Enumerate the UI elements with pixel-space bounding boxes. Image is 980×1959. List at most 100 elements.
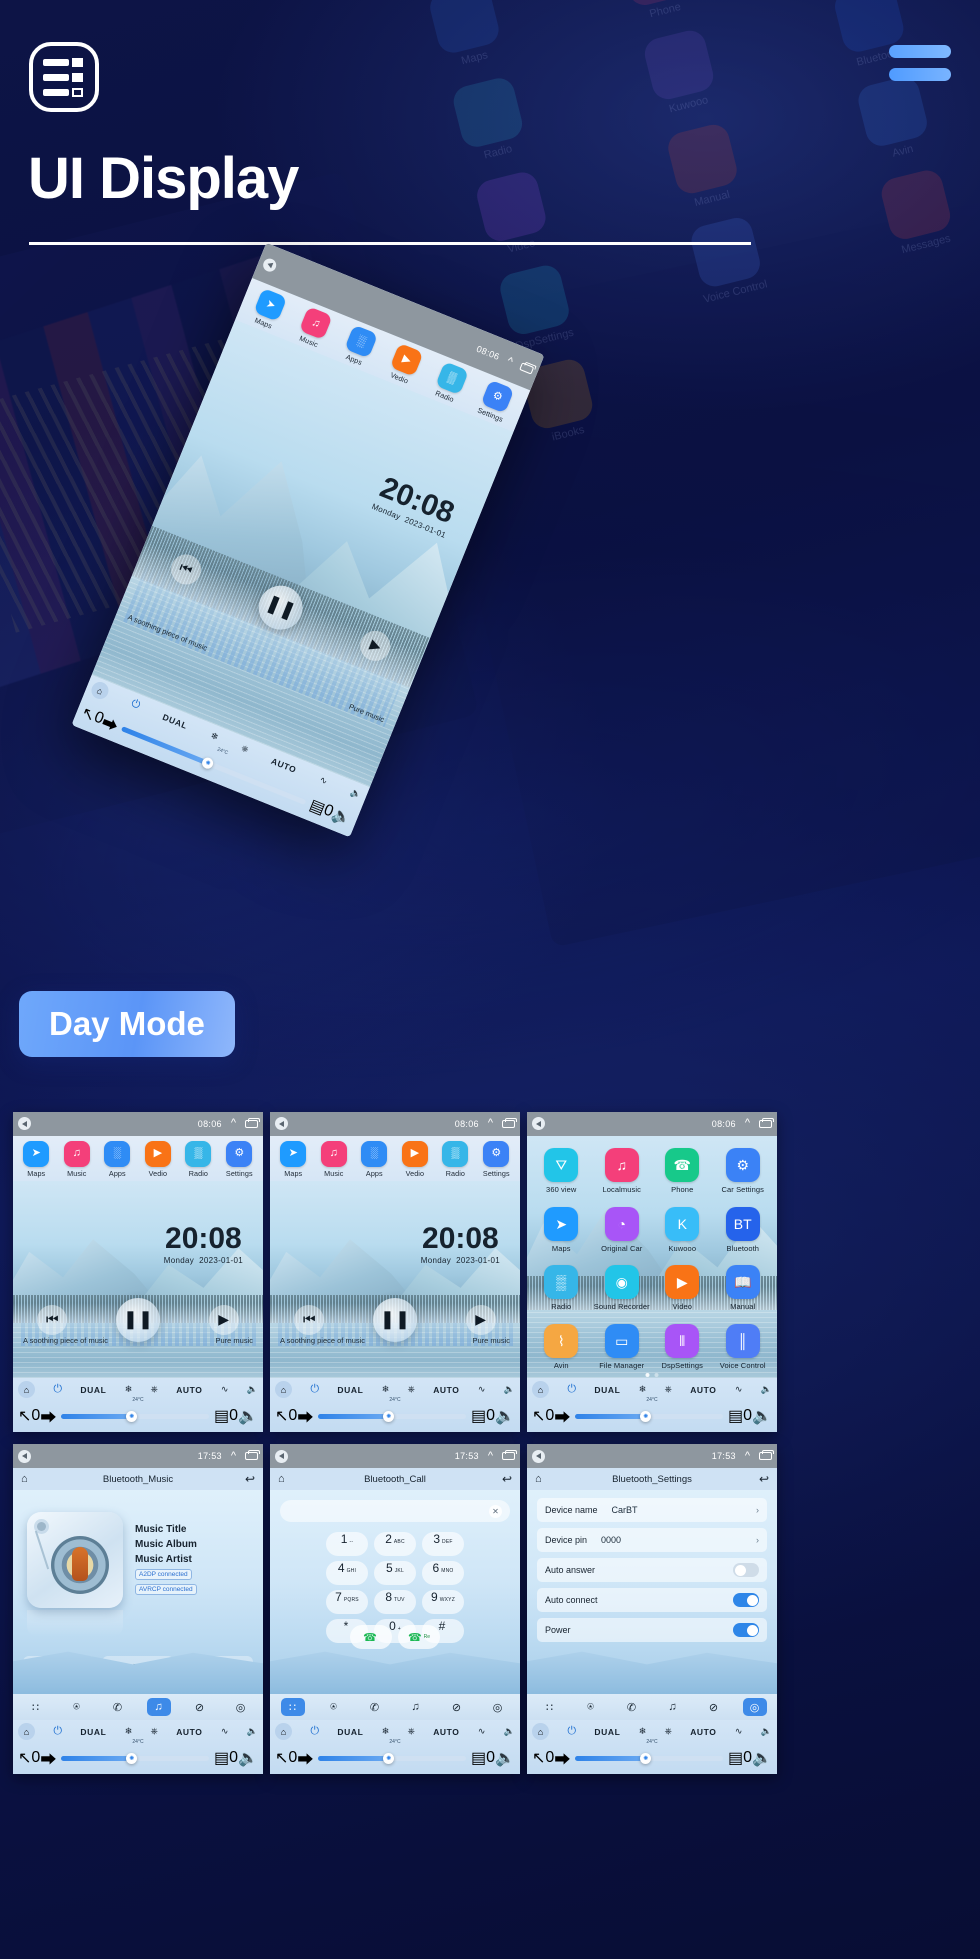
dialpad-key-2[interactable]: 2 ABC [374, 1532, 416, 1557]
dialpad-key-6[interactable]: 6 MNO [422, 1561, 464, 1586]
return-icon[interactable]: ↩ [502, 1472, 512, 1486]
grid-apps-icon[interactable]: ░ [104, 1140, 131, 1167]
dual-label[interactable]: DUAL [337, 1727, 363, 1737]
auto-label[interactable]: AUTO [433, 1385, 459, 1395]
app-maps[interactable]: ➤ Maps [531, 1200, 592, 1259]
seat-icon[interactable]: ⮕ [554, 1746, 570, 1770]
dock-item-radio[interactable]: ▒ Radio [431, 361, 469, 406]
dock-item-maps[interactable]: ➤ Maps [23, 1140, 50, 1178]
pause-icon[interactable]: ❚❚ [372, 1297, 417, 1342]
seat-heater-icon[interactable]: ▤ [214, 1748, 229, 1768]
radio-icon[interactable]: ▒ [185, 1140, 212, 1167]
gear-icon[interactable]: ⚙ [725, 1147, 760, 1182]
setting-row-device-pin[interactable]: Device pin 0000 › [537, 1528, 767, 1553]
call-log-icon[interactable]: ✆ [106, 1698, 130, 1716]
dialpad-key-1[interactable]: 1 -- [326, 1532, 368, 1557]
dock-item-radio[interactable]: ▒ Radio [185, 1140, 212, 1178]
power-icon[interactable]: ⏻ [53, 1725, 62, 1738]
back-arrow-icon[interactable] [18, 1449, 31, 1463]
car-defrost-icon[interactable]: ⎈ [408, 1726, 415, 1737]
dual-label[interactable]: DUAL [594, 1385, 620, 1395]
car-defrost-icon[interactable]: ⎈ [408, 1384, 415, 1395]
power-icon[interactable]: ⏻ [129, 697, 142, 712]
grid-apps-icon[interactable]: ░ [361, 1140, 388, 1167]
seat-heater-icon[interactable]: ▤ [728, 1748, 743, 1768]
gear-icon[interactable]: ⚙ [226, 1140, 253, 1167]
speaker-icon[interactable]: 🔈 [761, 1726, 772, 1737]
volume-icon[interactable]: 🔈 [238, 1748, 258, 1768]
seat-icon[interactable]: ⮕ [40, 1746, 56, 1770]
play-circle-icon[interactable]: ▶ [144, 1140, 171, 1167]
fan-icon[interactable]: ∿ [221, 1384, 229, 1395]
contacts-icon[interactable]: ⍟ [65, 1698, 89, 1716]
speaker-icon[interactable]: 🔈 [247, 1384, 258, 1395]
app-radio[interactable]: ▒ Radio [531, 1259, 592, 1318]
app-dspsettings[interactable]: ⦀ DspSettings [652, 1317, 713, 1376]
fan-speed-slider[interactable]: ✺ [61, 1410, 210, 1422]
back-arrow-icon[interactable]: ↖ [532, 1748, 545, 1768]
dock-item-maps[interactable]: ➤ Maps [250, 288, 288, 332]
app-original-car[interactable]: ◔ Original Car [592, 1200, 653, 1259]
fan-icon[interactable]: ∿ [735, 1726, 743, 1737]
snowflake-icon[interactable]: ❄ [382, 1726, 390, 1737]
snowflake-icon[interactable]: ❄ [639, 1384, 647, 1395]
equalizer-icon[interactable]: ⦀ [665, 1323, 700, 1358]
contacts-icon[interactable]: ⍟ [322, 1698, 346, 1716]
dock-item-music[interactable]: ♫ Music [295, 306, 333, 351]
back-arrow-icon[interactable]: ↖ [532, 1406, 545, 1426]
home-icon[interactable]: ⌂ [18, 1723, 35, 1740]
play-circle-icon[interactable]: ▶ [665, 1265, 700, 1300]
seat-heater-icon[interactable]: ▤ [214, 1406, 229, 1426]
seat-heater-icon[interactable]: ▤ [471, 1748, 486, 1768]
dock-item-radio[interactable]: ▒ Radio [442, 1140, 469, 1178]
volume-icon[interactable]: 🔈 [238, 1406, 258, 1426]
next-track-icon[interactable]: ▶ [208, 1304, 239, 1335]
dock-item-settings[interactable]: ⚙ Settings [226, 1140, 253, 1178]
snowflake-icon[interactable]: ❄ [209, 730, 220, 743]
back-arrow-icon[interactable] [18, 1117, 31, 1131]
thumb-bluetooth-settings[interactable]: 17:53 ^ ⌂ Bluetooth_Settings ↩ Device na… [527, 1444, 777, 1774]
dock-item-apps[interactable]: ░ Apps [340, 325, 379, 369]
chevron-up-icon[interactable]: ^ [745, 1118, 750, 1129]
dock-item-apps[interactable]: ░ Apps [104, 1140, 131, 1178]
recents-icon[interactable] [759, 1117, 774, 1128]
navigation-arrow-icon[interactable]: ➤ [23, 1140, 50, 1167]
power-icon[interactable]: ⏻ [53, 1383, 62, 1396]
chevron-up-icon[interactable]: ^ [231, 1118, 236, 1129]
radio-icon[interactable]: ▒ [442, 1140, 469, 1167]
thumb-home-2[interactable]: 08:06 ^ ➤ Maps ♫ Music ░ Apps ▶ Vedio ▒ … [270, 1112, 520, 1432]
gear-icon[interactable]: ⚙ [483, 1140, 510, 1167]
kuwo-box-icon[interactable]: K [665, 1206, 700, 1241]
thumb-home-1[interactable]: 08:06 ^ ➤ Maps ♫ Music ░ Apps ▶ Vedio ▒ … [13, 1112, 263, 1432]
waveform-icon[interactable]: ║ [725, 1323, 760, 1358]
app-localmusic[interactable]: ♫ Localmusic [592, 1142, 653, 1201]
seat-icon[interactable]: ⮕ [297, 1746, 313, 1770]
bt-settings-icon[interactable]: ◎ [742, 1698, 767, 1716]
recents-icon[interactable] [759, 1450, 774, 1461]
back-arrow-icon[interactable] [532, 1449, 545, 1463]
back-arrow-icon[interactable]: ↖ [18, 1748, 31, 1768]
dock-item-settings[interactable]: ⚙ Settings [476, 380, 515, 424]
recents-icon[interactable] [519, 362, 535, 375]
dual-label[interactable]: DUAL [337, 1385, 363, 1395]
speaker-icon[interactable]: 🔈 [247, 1726, 258, 1737]
dock-item-apps[interactable]: ░ Apps [361, 1140, 388, 1178]
fan-icon[interactable]: ∿ [735, 1384, 743, 1395]
home-icon[interactable]: ⌂ [275, 1381, 292, 1398]
power-icon[interactable]: ⏻ [567, 1725, 576, 1738]
dock-item-settings[interactable]: ⚙ Settings [483, 1140, 510, 1178]
bt-music-icon[interactable]: ♫ [146, 1698, 171, 1716]
dock-item-vedio[interactable]: ▶ Vedio [144, 1140, 171, 1178]
bt-music-icon[interactable]: ♫ [661, 1698, 685, 1716]
bt-settings-icon[interactable]: ◎ [486, 1698, 510, 1716]
volume-icon[interactable]: 🔈 [752, 1406, 772, 1426]
play-icon[interactable]: ▶ [101, 1656, 175, 1678]
chevron-up-icon[interactable]: ^ [745, 1450, 750, 1462]
app-kuwooo[interactable]: K Kuwooo [652, 1200, 713, 1259]
navigation-arrow-icon[interactable]: ➤ [544, 1206, 579, 1241]
call-icon[interactable]: ☎ [350, 1625, 392, 1650]
call-log-icon[interactable]: ✆ [620, 1698, 644, 1716]
car-defrost-icon[interactable]: ⎈ [151, 1384, 158, 1395]
back-arrow-icon[interactable] [275, 1449, 288, 1463]
fan-speed-slider[interactable]: ✺ [318, 1410, 467, 1422]
